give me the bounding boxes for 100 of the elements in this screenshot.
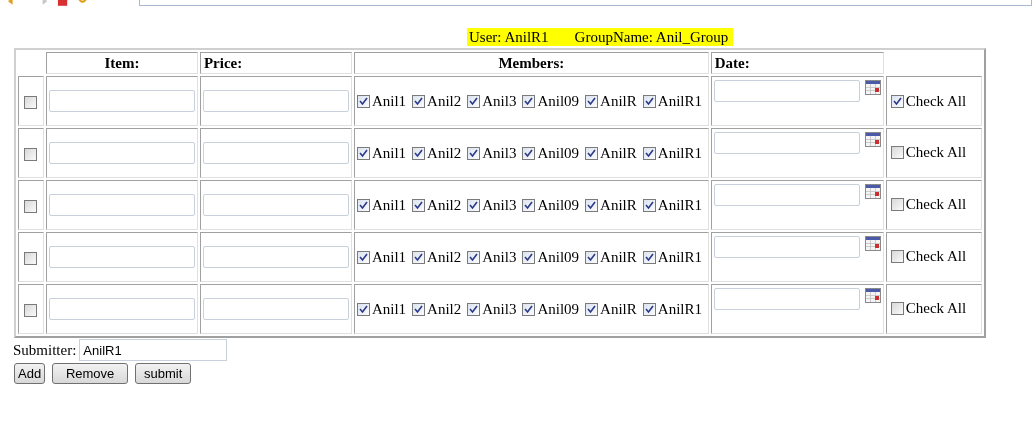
group-label: GroupName: Anil_Group <box>574 28 729 46</box>
member-checkbox[interactable] <box>356 94 370 108</box>
check-all-label: Check All <box>905 299 967 317</box>
form-button[interactable]: Add <box>14 363 46 384</box>
calendar-icon[interactable] <box>864 80 881 95</box>
member-checkbox[interactable] <box>522 250 536 264</box>
item-field[interactable] <box>48 142 195 164</box>
check-all-checkbox[interactable] <box>890 145 904 159</box>
member-checkbox[interactable] <box>356 250 370 264</box>
member-checkbox[interactable] <box>467 94 481 108</box>
date-field[interactable] <box>713 184 860 206</box>
member-checkbox[interactable] <box>412 250 426 264</box>
member-checkbox[interactable] <box>522 146 536 160</box>
member-label: AnilR1 <box>657 248 702 266</box>
member-checkbox[interactable] <box>467 302 481 316</box>
member-checkbox[interactable] <box>585 250 599 264</box>
row-checkbox[interactable] <box>24 303 38 317</box>
member-checkbox[interactable] <box>642 198 656 212</box>
column-header: Price: <box>199 52 352 74</box>
member-label: Anil2 <box>427 92 462 110</box>
member-checkbox[interactable] <box>642 146 656 160</box>
check-all-checkbox[interactable] <box>890 197 904 211</box>
member-label: Anil2 <box>427 300 462 318</box>
column-header: Date: <box>710 52 884 74</box>
member-label: Anil1 <box>371 144 407 162</box>
price-field[interactable] <box>202 194 349 216</box>
member-checkbox[interactable] <box>467 198 481 212</box>
member-label: Anil2 <box>427 196 462 214</box>
column-header: Item: <box>45 52 198 74</box>
member-checkbox[interactable] <box>522 302 536 316</box>
member-label: Anil09 <box>537 92 580 110</box>
member-label: Anil1 <box>371 92 407 110</box>
calendar-icon[interactable] <box>864 132 881 147</box>
member-checkbox[interactable] <box>412 198 426 212</box>
member-checkbox[interactable] <box>412 94 426 108</box>
member-checkbox[interactable] <box>412 302 426 316</box>
member-checkbox[interactable] <box>585 198 599 212</box>
member-checkbox[interactable] <box>412 146 426 160</box>
item-field[interactable] <box>48 90 195 112</box>
member-label: AnilR <box>600 144 637 162</box>
item-field[interactable] <box>48 194 195 216</box>
member-checkbox[interactable] <box>467 146 481 160</box>
row-checkbox[interactable] <box>24 95 38 109</box>
member-label: Anil3 <box>482 196 517 214</box>
check-all-checkbox[interactable] <box>890 301 904 315</box>
form-button[interactable]: Remove <box>52 363 129 384</box>
submitter-field[interactable]: AnilR1 <box>79 339 228 361</box>
member-checkbox[interactable] <box>585 302 599 316</box>
member-checkbox[interactable] <box>585 94 599 108</box>
calendar-icon[interactable] <box>864 184 881 199</box>
member-label: Anil09 <box>537 300 580 318</box>
check-all-label: Check All <box>905 92 967 110</box>
row-checkbox[interactable] <box>24 251 38 265</box>
member-label: AnilR1 <box>657 196 702 214</box>
date-field[interactable] <box>713 132 860 154</box>
member-label: Anil2 <box>427 248 462 266</box>
submitter-label: Submitter: <box>13 341 77 359</box>
user-label: User: AnilR1 <box>469 28 549 46</box>
price-field[interactable] <box>202 142 349 164</box>
item-field[interactable] <box>48 246 195 268</box>
member-checkbox[interactable] <box>642 302 656 316</box>
price-field[interactable] <box>202 246 349 268</box>
member-checkbox[interactable] <box>356 198 370 212</box>
member-label: Anil3 <box>482 144 517 162</box>
member-label: AnilR1 <box>657 144 702 162</box>
price-field[interactable] <box>202 298 349 320</box>
check-all-checkbox[interactable] <box>890 94 904 108</box>
check-all-checkbox[interactable] <box>890 249 904 263</box>
member-label: AnilR1 <box>657 300 702 318</box>
member-label: Anil1 <box>371 196 407 214</box>
member-label: Anil2 <box>427 144 462 162</box>
item-field[interactable] <box>48 298 195 320</box>
member-label: Anil1 <box>371 248 407 266</box>
member-checkbox[interactable] <box>467 250 481 264</box>
calendar-icon[interactable] <box>864 236 881 251</box>
form-button[interactable]: submit <box>135 363 192 384</box>
member-label: AnilR <box>600 300 637 318</box>
member-checkbox[interactable] <box>642 94 656 108</box>
member-checkbox[interactable] <box>522 94 536 108</box>
member-label: Anil3 <box>482 248 517 266</box>
member-label: Anil1 <box>371 300 407 318</box>
row-checkbox[interactable] <box>24 147 38 161</box>
member-label: Anil09 <box>537 144 580 162</box>
member-label: AnilR <box>600 92 637 110</box>
member-label: Anil3 <box>482 92 517 110</box>
member-label: AnilR <box>600 248 637 266</box>
member-checkbox[interactable] <box>585 146 599 160</box>
price-field[interactable] <box>202 90 349 112</box>
member-checkbox[interactable] <box>356 146 370 160</box>
row-checkbox[interactable] <box>24 199 38 213</box>
date-field[interactable] <box>713 236 860 258</box>
member-checkbox[interactable] <box>522 198 536 212</box>
calendar-icon[interactable] <box>864 288 881 303</box>
check-all-label: Check All <box>905 195 967 213</box>
member-checkbox[interactable] <box>642 250 656 264</box>
member-label: Anil09 <box>537 196 580 214</box>
date-field[interactable] <box>713 80 860 102</box>
stop-icon[interactable] <box>56 0 68 7</box>
member-checkbox[interactable] <box>356 302 370 316</box>
date-field[interactable] <box>713 288 860 310</box>
